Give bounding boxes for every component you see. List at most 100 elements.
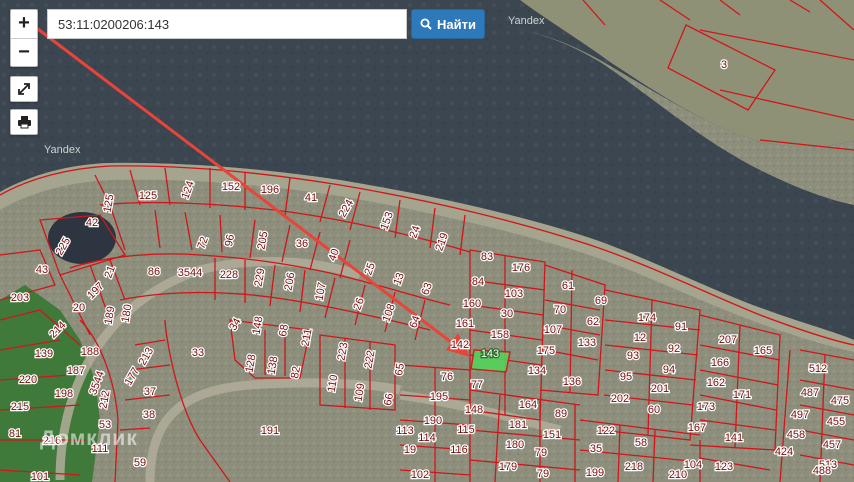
parcel-label-107: 107 bbox=[544, 324, 562, 336]
parcel-label-103: 103 bbox=[505, 288, 523, 300]
parcel-label-76: 76 bbox=[441, 371, 453, 383]
yandex-attribution-top: Yandex bbox=[508, 15, 545, 27]
fullscreen-button[interactable] bbox=[10, 76, 38, 102]
parcel-label-191: 191 bbox=[261, 425, 279, 437]
search-button-label: Найти bbox=[437, 16, 476, 32]
parcel-label-179: 179 bbox=[499, 461, 517, 473]
parcel-label-83: 83 bbox=[481, 251, 493, 263]
parcel-label-201: 201 bbox=[651, 383, 669, 395]
parcel-label-175: 175 bbox=[537, 345, 555, 357]
parcel-label-202: 202 bbox=[611, 393, 629, 405]
parcel-label-58: 58 bbox=[635, 437, 647, 449]
parcel-label-171: 171 bbox=[733, 389, 751, 401]
cadastral-map[interactable]: 125 124 152 19641 22415324 21912542225 72 96 205… bbox=[0, 0, 854, 482]
parcel-label-215: 215 bbox=[11, 401, 29, 413]
parcel-label-41: 41 bbox=[305, 192, 317, 204]
parcel-label-190: 190 bbox=[424, 415, 442, 427]
parcel-label-162: 162 bbox=[707, 377, 725, 389]
parcel-label-35: 35 bbox=[590, 443, 602, 455]
parcel-label-81: 81 bbox=[9, 428, 21, 440]
parcel-label-37: 37 bbox=[144, 386, 156, 398]
parcel-label-125: 125 bbox=[139, 190, 157, 202]
parcel-label-114: 114 bbox=[418, 432, 436, 444]
zoom-in-button[interactable]: + bbox=[11, 10, 37, 39]
search-icon bbox=[420, 18, 432, 30]
cadastral-search-input[interactable] bbox=[47, 9, 407, 39]
expand-icon bbox=[18, 83, 30, 95]
yandex-attribution-left: Yandex bbox=[44, 144, 81, 156]
parcel-label-512: 512 bbox=[809, 363, 827, 375]
parcel-label-84: 84 bbox=[472, 276, 484, 288]
parcel-label-66: 66 bbox=[382, 392, 396, 406]
parcel-label-151: 151 bbox=[543, 429, 561, 441]
parcel-label-123: 123 bbox=[715, 461, 733, 473]
parcel-label-181: 181 bbox=[509, 419, 527, 431]
parcel-label-93: 93 bbox=[627, 350, 639, 362]
parcel-label-158: 158 bbox=[491, 329, 509, 341]
parcel-label-142: 142 bbox=[451, 339, 469, 351]
parcel-label-19: 19 bbox=[404, 444, 416, 456]
parcel-label-173: 173 bbox=[697, 401, 715, 413]
parcel-label-488: 488 bbox=[813, 465, 831, 477]
parcel-label-174: 174 bbox=[638, 312, 656, 324]
parcel-label-116: 116 bbox=[450, 444, 468, 456]
parcel-label-198: 198 bbox=[55, 388, 73, 400]
parcel-label-424: 424 bbox=[775, 446, 793, 458]
parcel-label-148: 148 bbox=[465, 404, 483, 416]
parcel-label-136: 136 bbox=[563, 376, 581, 388]
parcel-label-160: 160 bbox=[463, 298, 481, 310]
zoom-control: + − bbox=[10, 9, 38, 67]
parcel-label-134: 134 bbox=[528, 365, 546, 377]
parcel-label-487: 487 bbox=[801, 387, 819, 399]
parcel-label-82: 82 bbox=[289, 365, 303, 379]
print-button[interactable] bbox=[10, 109, 38, 135]
parcel-label-38: 38 bbox=[143, 409, 155, 421]
parcel-label-165: 165 bbox=[754, 345, 772, 357]
parcel-label-59: 59 bbox=[134, 457, 146, 469]
parcel-label-95: 95 bbox=[620, 371, 632, 383]
parcel-label-166: 166 bbox=[711, 357, 729, 369]
domclick-watermark: Домклик bbox=[40, 427, 138, 450]
parcel-label-36: 36 bbox=[296, 238, 308, 250]
pond bbox=[48, 212, 116, 264]
parcel-label-42: 42 bbox=[86, 217, 98, 229]
parcel-label-96: 96 bbox=[223, 233, 237, 247]
parcel-label-207: 207 bbox=[719, 334, 737, 346]
parcel-label-475: 475 bbox=[831, 395, 849, 407]
parcel-label-203: 203 bbox=[11, 292, 29, 304]
parcel-label-115: 115 bbox=[457, 424, 475, 436]
parcel-label-33: 33 bbox=[192, 347, 204, 359]
parcel-label-65: 65 bbox=[393, 362, 407, 376]
parcel-label-122: 122 bbox=[597, 425, 615, 437]
parcel-label-218: 218 bbox=[625, 461, 643, 473]
parcel-label-43: 43 bbox=[36, 264, 48, 276]
parcel-label-61: 61 bbox=[562, 280, 574, 292]
printer-icon bbox=[17, 116, 31, 129]
parcel-label-92: 92 bbox=[668, 343, 680, 355]
parcel-label-220: 220 bbox=[19, 374, 37, 386]
parcel-label-180: 180 bbox=[506, 439, 524, 451]
parcel-label-143: 143 bbox=[481, 348, 499, 360]
parcel-label-94: 94 bbox=[663, 364, 675, 376]
parcel-label-196: 196 bbox=[261, 184, 279, 196]
parcel-label-133: 133 bbox=[578, 337, 596, 349]
parcel-label-141: 141 bbox=[725, 432, 743, 444]
parcel-label-457: 457 bbox=[823, 439, 841, 451]
parcel-label-30: 30 bbox=[501, 308, 513, 320]
parcel-label-101: 101 bbox=[31, 471, 49, 482]
parcel-label-210: 210 bbox=[669, 469, 687, 481]
parcel-label-199: 199 bbox=[586, 467, 604, 479]
parcel-label-188: 188 bbox=[81, 346, 99, 358]
parcel-label-79: 79 bbox=[535, 447, 547, 459]
parcel-label-455: 455 bbox=[827, 416, 845, 428]
parcel-label-458: 458 bbox=[787, 429, 805, 441]
parcel-label-68: 68 bbox=[277, 323, 291, 337]
parcel-label-20: 20 bbox=[73, 302, 85, 314]
parcel-label-167: 167 bbox=[688, 422, 706, 434]
parcel-label-139: 139 bbox=[35, 348, 53, 360]
parcel-label-79: 79 bbox=[537, 468, 549, 480]
parcel-label-89: 89 bbox=[555, 408, 567, 420]
parcel-label-91: 91 bbox=[675, 321, 687, 333]
zoom-out-button[interactable]: − bbox=[11, 39, 37, 67]
search-button[interactable]: Найти bbox=[411, 9, 485, 39]
